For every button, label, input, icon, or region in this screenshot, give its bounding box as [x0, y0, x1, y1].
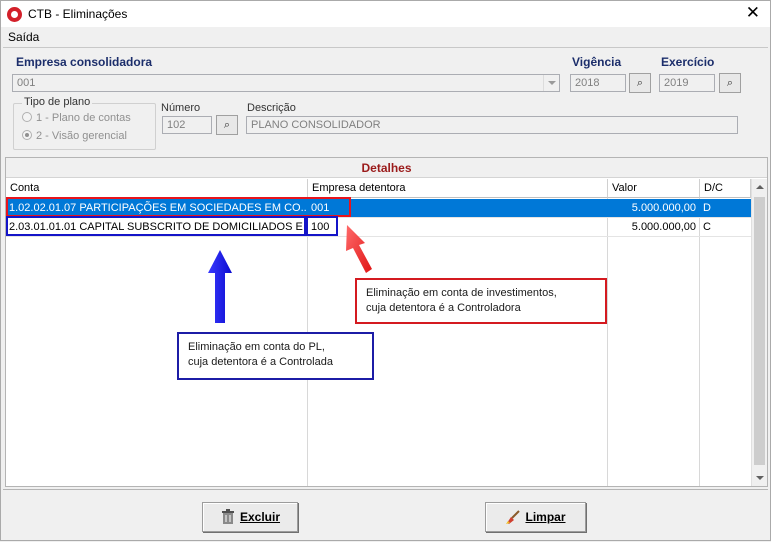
callout-investimentos-line1: Eliminação em conta de investimentos,	[366, 287, 557, 299]
limpar-button[interactable]: Limpar	[485, 502, 586, 532]
callout-investimentos-line2: cuja detentora é a Controladora	[366, 302, 521, 314]
exercicio-field[interactable]: 2019	[659, 74, 715, 92]
descricao-field[interactable]: PLANO CONSOLIDADOR	[246, 116, 738, 134]
scroll-up-arrow-icon[interactable]	[752, 179, 768, 196]
vigencia-lookup-button[interactable]: ⌕	[629, 73, 651, 93]
cell-empresa: 100	[311, 221, 330, 233]
column-divider	[699, 198, 700, 486]
column-header-empresa[interactable]: Empresa detentora	[308, 179, 608, 198]
vigencia-label: Vigência	[572, 55, 622, 69]
numero-field[interactable]: 102	[162, 116, 212, 134]
callout-pl-line1: Eliminação em conta do PL,	[188, 341, 325, 353]
close-icon[interactable]: ✕	[746, 3, 760, 23]
highlight-investimentos-row	[6, 197, 351, 217]
radio-visao-gerencial-label: 2 - Visão gerencial	[36, 130, 127, 142]
radio-visao-gerencial[interactable]: 2 - Visão gerencial	[22, 130, 127, 142]
footer-bar: Excluir Limpar	[3, 489, 768, 539]
row-divider	[6, 236, 751, 237]
column-header-conta[interactable]: Conta	[6, 179, 308, 198]
tipo-plano-group: Tipo de plano 1 - Plano de contas 2 - Vi…	[13, 96, 156, 150]
highlight-detentora-100	[306, 216, 338, 236]
radio-plano-contas[interactable]: 1 - Plano de contas	[22, 112, 131, 124]
limpar-label: Limpar	[525, 510, 566, 524]
trash-icon	[221, 509, 234, 524]
empresa-consolidadora-label: Empresa consolidadora	[16, 55, 153, 69]
radio-circle	[22, 112, 32, 122]
callout-investimentos: Eliminação em conta de investimentos, cu…	[355, 278, 607, 324]
details-title: Detalhes	[6, 158, 767, 178]
eliminacoes-window: CTB - Eliminações ✕ Saída Empresa consol…	[0, 0, 771, 541]
cell-valor: 5.000.000,00	[631, 221, 696, 233]
cell-valor: 5.000.000,00	[631, 202, 696, 214]
cell-dc: C	[703, 221, 711, 233]
callout-pl: Eliminação em conta do PL, cuja detentor…	[177, 332, 374, 380]
exercicio-lookup-button[interactable]: ⌕	[719, 73, 741, 93]
exercicio-label: Exercício	[661, 55, 715, 69]
vigencia-field[interactable]: 2018	[570, 74, 626, 92]
title-bar: CTB - Eliminações ✕	[1, 1, 770, 27]
column-header-valor[interactable]: Valor	[608, 179, 700, 198]
radio-circle-selected	[22, 130, 32, 140]
scroll-down-arrow-icon[interactable]	[752, 469, 768, 486]
scroll-thumb[interactable]	[754, 197, 765, 465]
eraser-brush-icon	[506, 510, 521, 524]
binoculars-icon: ⌕	[726, 77, 734, 89]
header-panel: Empresa consolidadora 001 Vigência 2018 …	[3, 47, 768, 155]
vertical-scrollbar[interactable]	[751, 179, 767, 486]
descricao-label: Descrição	[247, 102, 296, 114]
excluir-label: Excluir	[239, 510, 281, 524]
numero-lookup-button[interactable]: ⌕	[216, 115, 238, 135]
cell-empresa: 001	[311, 202, 330, 214]
ctb-logo-icon	[7, 7, 22, 22]
column-divider	[607, 198, 608, 486]
empresa-consolidadora-select[interactable]: 001	[12, 74, 560, 92]
highlight-pl-row	[6, 216, 306, 236]
numero-label: Número	[161, 102, 201, 114]
radio-plano-contas-label: 1 - Plano de contas	[36, 112, 131, 124]
window-title: CTB - Eliminações	[28, 7, 128, 21]
menu-bar: Saída	[1, 27, 770, 47]
binoculars-icon: ⌕	[223, 119, 231, 131]
excluir-button[interactable]: Excluir	[202, 502, 298, 532]
column-header-dc[interactable]: D/C	[700, 179, 751, 198]
chevron-down-icon[interactable]	[543, 75, 559, 91]
callout-pl-line2: cuja detentora é a Controlada	[188, 356, 333, 368]
menu-item-saida[interactable]: Saída	[8, 30, 39, 44]
binoculars-icon: ⌕	[636, 77, 644, 89]
cell-dc: D	[703, 202, 711, 214]
tipo-plano-title: Tipo de plano	[22, 96, 93, 108]
empresa-consolidadora-value: 001	[17, 77, 36, 89]
